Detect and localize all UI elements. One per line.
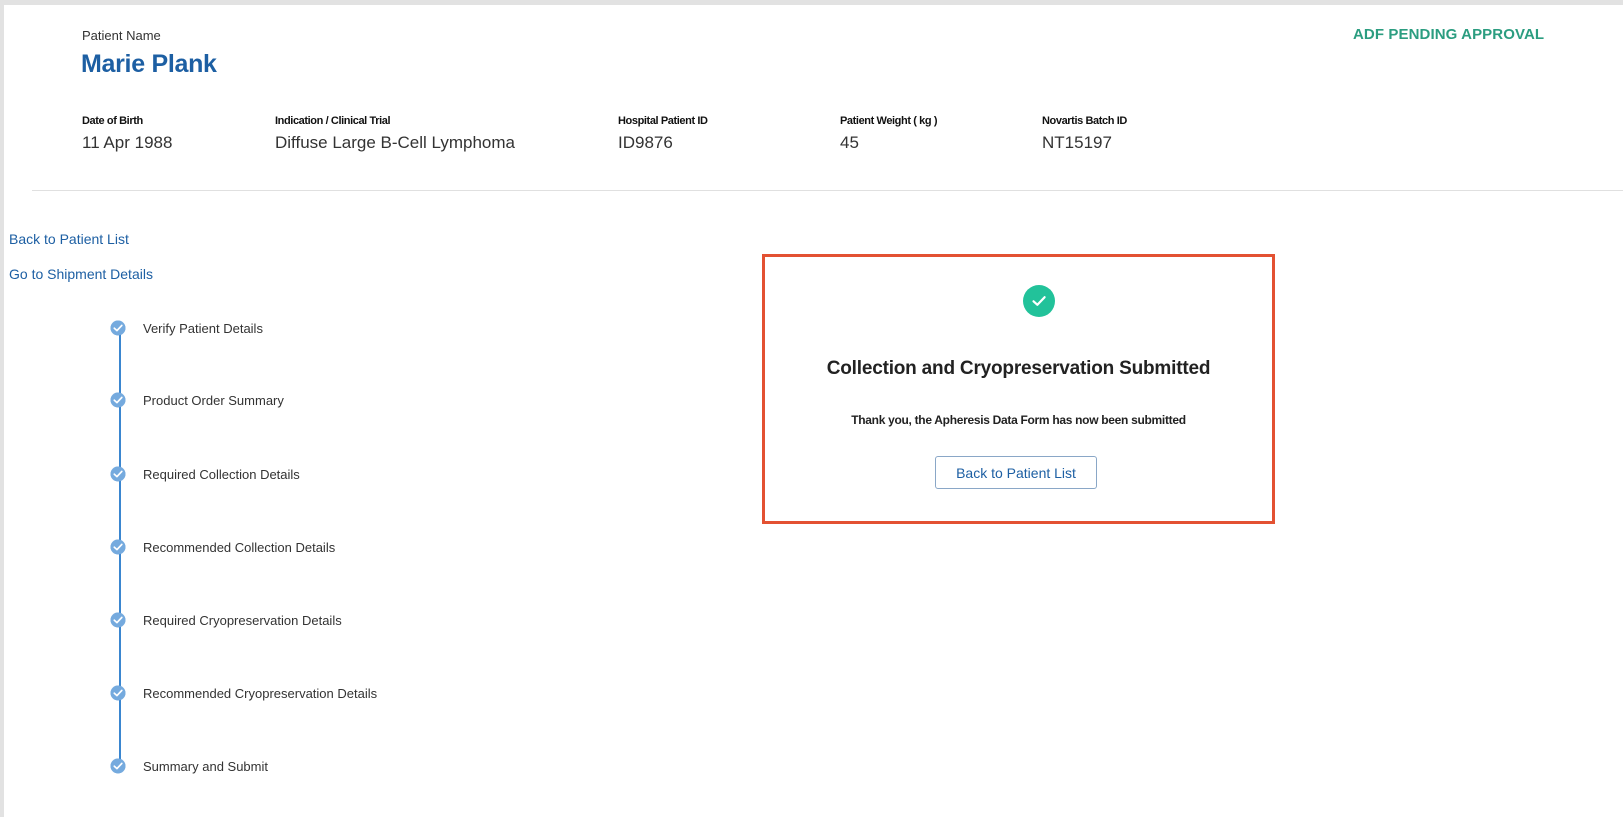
confirmation-message: Thank you, the Apheresis Data Form has n…	[851, 413, 1186, 427]
patient-header: Patient Name Marie Plank ADF PENDING APP…	[0, 5, 1623, 185]
patient-name: Marie Plank	[81, 50, 217, 78]
check-circle-icon	[110, 466, 126, 482]
field-indication: Indication / Clinical Trial Diffuse Larg…	[275, 115, 515, 153]
field-label: Date of Birth	[82, 115, 143, 127]
field-novartis-batch-id: Novartis Batch ID NT15197	[1042, 115, 1127, 153]
step-recommended-collection-details[interactable]: Recommended Collection Details	[110, 537, 335, 557]
step-label: Product Order Summary	[143, 392, 284, 408]
back-to-patient-list-link[interactable]: Back to Patient List	[9, 231, 129, 247]
check-circle-icon	[110, 539, 126, 555]
check-circle-icon	[110, 392, 126, 408]
step-verify-patient-details[interactable]: Verify Patient Details	[110, 318, 263, 338]
step-recommended-cryopreservation-details[interactable]: Recommended Cryopreservation Details	[110, 683, 377, 703]
status-badge: ADF PENDING APPROVAL	[1353, 26, 1545, 43]
field-value: 11 Apr 1988	[82, 133, 173, 152]
step-product-order-summary[interactable]: Product Order Summary	[110, 390, 284, 410]
step-required-collection-details[interactable]: Required Collection Details	[110, 464, 300, 484]
patient-name-label: Patient Name	[82, 28, 161, 43]
check-circle-icon	[110, 685, 126, 701]
go-to-shipment-details-link[interactable]: Go to Shipment Details	[9, 266, 153, 282]
field-hospital-patient-id: Hospital Patient ID ID9876	[618, 115, 708, 153]
field-patient-weight: Patient Weight ( kg ) 45	[840, 115, 938, 153]
step-label: Required Collection Details	[143, 466, 300, 482]
step-label: Recommended Cryopreservation Details	[143, 685, 378, 701]
field-label: Novartis Batch ID	[1042, 115, 1127, 127]
check-circle-icon	[110, 612, 126, 628]
field-value: 45	[840, 133, 859, 152]
check-circle-icon	[110, 758, 126, 774]
step-required-cryopreservation-details[interactable]: Required Cryopreservation Details	[110, 610, 342, 630]
step-label: Summary and Submit	[143, 758, 268, 774]
field-label: Patient Weight ( kg )	[840, 115, 938, 127]
back-to-patient-list-button[interactable]: Back to Patient List	[935, 456, 1097, 489]
field-label: Indication / Clinical Trial	[275, 115, 391, 127]
step-label: Verify Patient Details	[143, 320, 263, 336]
field-value: ID9876	[618, 133, 673, 152]
header-divider	[32, 190, 1623, 191]
field-value: NT15197	[1042, 133, 1112, 152]
field-date-of-birth: Date of Birth 11 Apr 1988	[82, 115, 172, 153]
step-label: Required Cryopreservation Details	[143, 612, 342, 628]
field-value: Diffuse Large B-Cell Lymphoma	[275, 133, 516, 152]
step-summary-and-submit[interactable]: Summary and Submit	[110, 756, 268, 776]
check-circle-icon	[110, 320, 126, 336]
check-circle-icon	[1023, 285, 1055, 317]
step-label: Recommended Collection Details	[143, 539, 336, 555]
confirmation-title: Collection and Cryopreservation Submitte…	[826, 358, 1211, 379]
field-label: Hospital Patient ID	[618, 115, 708, 127]
